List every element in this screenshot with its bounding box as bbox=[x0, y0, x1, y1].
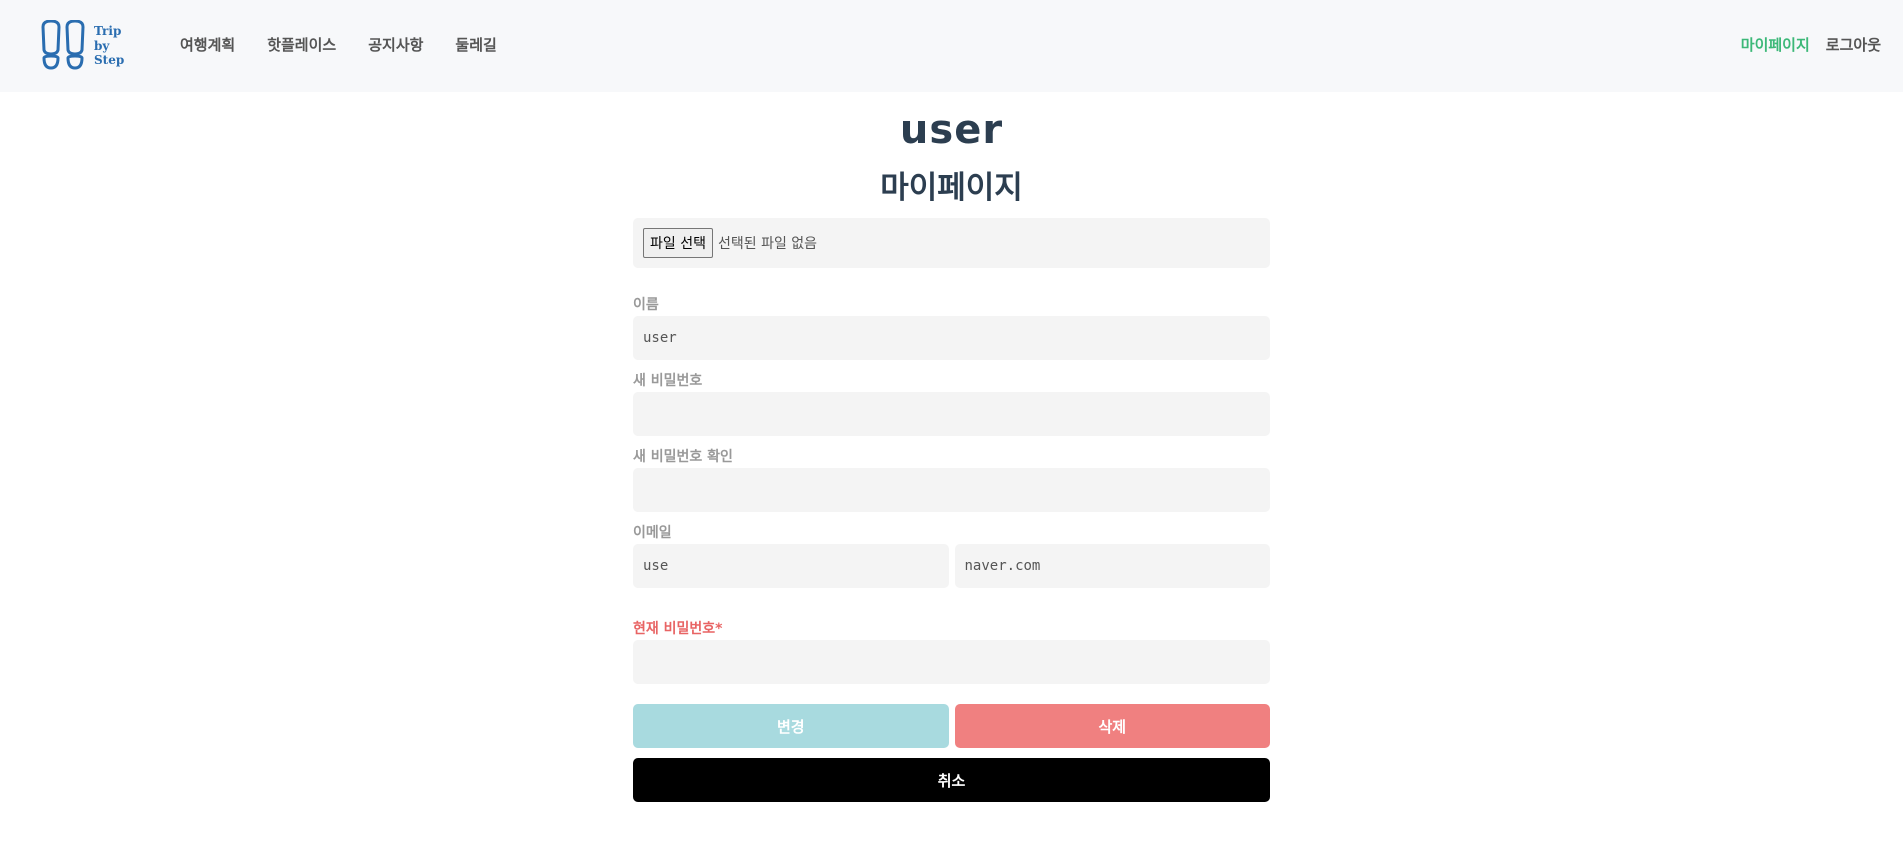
nav-item-trail[interactable]: 둘레길 bbox=[455, 34, 496, 55]
file-upload-field: 파일 선택 선택된 파일 없음 bbox=[633, 218, 1270, 268]
nav-item-mypage[interactable]: 마이페이지 bbox=[1741, 34, 1810, 55]
nav-item-hotplace[interactable]: 핫플레이스 bbox=[267, 34, 336, 55]
new-password-confirm-input[interactable] bbox=[633, 468, 1270, 512]
email-id-input[interactable] bbox=[633, 544, 949, 588]
current-password-label: 현재 비밀번호* bbox=[633, 621, 723, 637]
email-row bbox=[633, 544, 1270, 588]
file-status: 선택된 파일 없음 bbox=[717, 236, 818, 252]
logo-line: Trip bbox=[94, 24, 122, 39]
logo-text: Trip by Step bbox=[94, 24, 124, 68]
navbar: Trip by Step 여행계획 핫플레이스 공지사항 둘레길 마이페이지 로… bbox=[0, 0, 1903, 92]
profile-username: user bbox=[899, 107, 1004, 153]
nav-item-logout[interactable]: 로그아웃 bbox=[1826, 34, 1881, 55]
new-password-confirm-label: 새 비밀번호 확인 bbox=[633, 449, 733, 465]
nav-item-notice[interactable]: 공지사항 bbox=[368, 34, 423, 55]
logo[interactable]: Trip by Step bbox=[38, 18, 124, 74]
delete-button[interactable]: 삭제 bbox=[954, 704, 1270, 748]
mypage-form: user 마이페이지 파일 선택 선택된 파일 없음 이름 새 비밀번호 새 비… bbox=[633, 92, 1270, 802]
change-button[interactable]: 변경 bbox=[633, 704, 949, 748]
footprints-icon bbox=[41, 20, 85, 70]
file-select-button[interactable]: 파일 선택 bbox=[643, 228, 713, 258]
new-password-input[interactable] bbox=[633, 392, 1270, 436]
nav-user-links: 마이페이지 로그아웃 bbox=[1741, 34, 1881, 55]
page-title: 마이페이지 bbox=[880, 170, 1023, 206]
email-domain-input[interactable] bbox=[954, 544, 1270, 588]
cancel-button[interactable]: 취소 bbox=[633, 758, 1270, 802]
logo-line: by bbox=[94, 38, 110, 53]
action-row: 변경 삭제 bbox=[633, 704, 1270, 748]
logo-line: Step bbox=[94, 53, 125, 68]
email-label: 이메일 bbox=[633, 525, 672, 541]
name-label: 이름 bbox=[633, 297, 659, 313]
nav-item-trip-plan[interactable]: 여행계획 bbox=[180, 34, 235, 55]
new-password-label: 새 비밀번호 bbox=[633, 373, 703, 389]
name-input[interactable] bbox=[633, 316, 1270, 360]
current-password-input[interactable] bbox=[633, 640, 1270, 684]
nav-links: 여행계획 핫플레이스 공지사항 둘레길 bbox=[180, 34, 497, 55]
